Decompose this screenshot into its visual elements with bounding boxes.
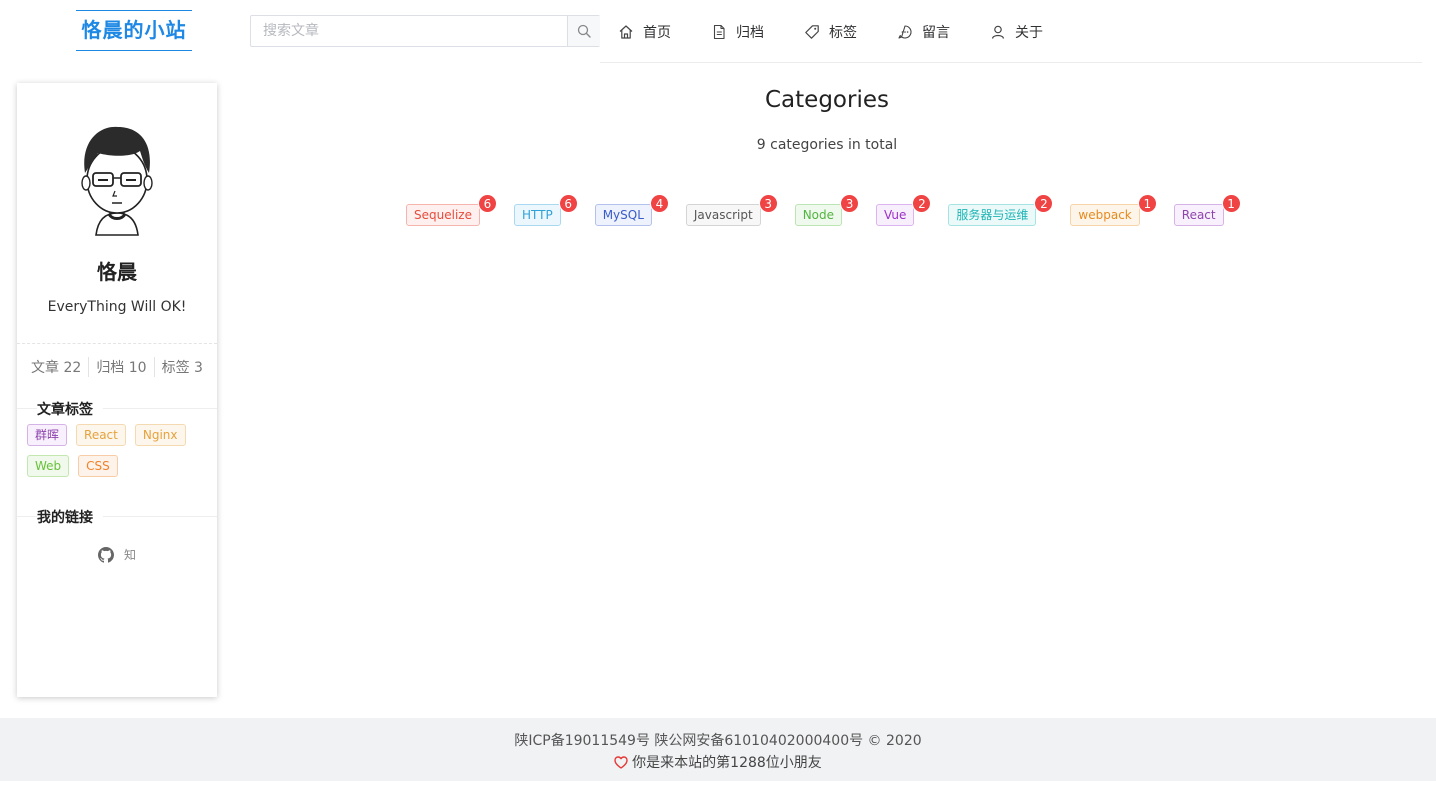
category-chip[interactable]: Javascript 3 <box>685 194 778 226</box>
stat-value: 10 <box>128 360 147 376</box>
github-icon[interactable] <box>97 546 114 563</box>
category-chip[interactable]: MySQL 4 <box>594 194 669 226</box>
category-count-badge: 2 <box>912 194 932 213</box>
nav-item-home[interactable]: 首页 <box>618 20 671 44</box>
category-count-badge: 2 <box>1034 194 1054 213</box>
stat-value: 22 <box>63 360 82 376</box>
stat-label: 文章 <box>31 360 60 376</box>
category-label: Sequelize <box>414 208 472 222</box>
category-count-badge: 1 <box>1137 194 1157 213</box>
profile-stats: 文章 22 归档 10 标签 3 <box>17 357 217 377</box>
category-label: MySQL <box>602 208 644 222</box>
category-chip[interactable]: webpack 1 <box>1070 194 1157 226</box>
footer-visitor-count: 你是来本站的第1288位小朋友 <box>0 752 1436 772</box>
header-divider <box>600 62 1422 63</box>
author-motto: EveryThing Will OK! <box>47 299 187 315</box>
category-count-badge: 6 <box>477 194 497 213</box>
site-logo[interactable]: 恪晨的小站 <box>76 10 192 51</box>
category-list: Sequelize 6 HTTP 6 MySQL 4 Javascript 3 … <box>406 194 1241 226</box>
avatar-illustration <box>52 113 182 243</box>
tag-chip[interactable]: Web <box>27 455 70 477</box>
stat-label: 标签 <box>161 360 190 376</box>
document-icon <box>713 24 725 40</box>
nav-label: 首页 <box>643 25 671 41</box>
search-box <box>250 15 600 47</box>
profile-divider <box>17 343 217 344</box>
category-chip[interactable]: React 1 <box>1173 194 1241 226</box>
visitor-text: 你是来本站的第1288位小朋友 <box>632 755 822 771</box>
author-name: 恪晨 <box>97 260 137 284</box>
category-label: 服务器与运维 <box>956 208 1029 222</box>
nav-label: 归档 <box>736 25 764 41</box>
category-chip[interactable]: HTTP 6 <box>513 194 578 226</box>
zhihu-link[interactable]: 知 <box>124 546 136 563</box>
profile-sidebar: 恪晨 EveryThing Will OK! 文章 22 归档 10 标签 3 … <box>17 83 217 697</box>
search-icon <box>577 24 591 38</box>
category-count-badge: 1 <box>1221 194 1241 213</box>
avatar[interactable] <box>52 113 182 243</box>
page-subtitle: 9 categories in total <box>756 137 898 153</box>
category-chip[interactable]: Node 3 <box>794 194 860 226</box>
tag-chip[interactable]: CSS <box>78 455 118 477</box>
links-section-title: 我的链接 <box>37 507 103 527</box>
nav-label: 关于 <box>1015 25 1043 41</box>
category-label: Javascript <box>693 208 753 222</box>
category-label: webpack <box>1078 208 1132 222</box>
home-icon <box>619 25 633 39</box>
main-nav: 首页 归档 标签 留言 关于 <box>618 20 1043 44</box>
category-label: React <box>1181 208 1216 222</box>
nav-item-archive[interactable]: 归档 <box>711 20 764 44</box>
search-input[interactable] <box>251 16 567 46</box>
category-count-badge: 3 <box>758 194 778 213</box>
top-header: 恪晨的小站 首页 归档 标签 <box>0 0 1436 63</box>
category-chip[interactable]: Vue 2 <box>876 194 932 226</box>
nav-label: 留言 <box>922 25 950 41</box>
social-links: 知 <box>17 546 217 563</box>
tag-chip[interactable]: Nginx <box>134 424 186 446</box>
nav-item-messages[interactable]: 留言 <box>897 20 950 44</box>
category-label: Node <box>802 208 835 222</box>
stat-label: 归档 <box>96 360 125 376</box>
footer-icp[interactable]: 陕ICP备19011549号 陕公网安备61010402000400号 © 20… <box>0 730 1436 750</box>
stat-archives[interactable]: 归档 10 <box>88 357 153 377</box>
nav-item-about[interactable]: 关于 <box>990 20 1043 44</box>
category-chip[interactable]: 服务器与运维 2 <box>948 194 1054 226</box>
tags-section-title: 文章标签 <box>37 399 103 419</box>
tag-chip[interactable]: React <box>76 424 126 446</box>
stat-tags[interactable]: 标签 3 <box>153 357 210 377</box>
search-button[interactable] <box>567 16 600 46</box>
stat-value: 3 <box>194 360 203 376</box>
tag-chip[interactable]: 群晖 <box>27 424 68 446</box>
page-footer: 陕ICP备19011549号 陕公网安备61010402000400号 © 20… <box>0 718 1436 781</box>
category-count-badge: 3 <box>840 194 860 213</box>
category-label: HTTP <box>521 208 553 222</box>
category-chip[interactable]: Sequelize 6 <box>406 194 497 226</box>
category-label: Vue <box>884 208 907 222</box>
page-title: Categories <box>765 87 889 113</box>
tag-cloud: 群晖 React Nginx Web CSS <box>27 424 207 477</box>
heart-icon <box>614 755 628 769</box>
nav-label: 标签 <box>829 25 857 41</box>
category-count-badge: 6 <box>558 194 578 213</box>
stat-posts[interactable]: 文章 22 <box>24 357 88 377</box>
nav-item-tags[interactable]: 标签 <box>804 20 857 44</box>
user-icon <box>991 25 1005 39</box>
tag-icon <box>805 25 819 39</box>
chat-bubble-icon <box>898 25 912 39</box>
category-count-badge: 4 <box>649 194 669 213</box>
